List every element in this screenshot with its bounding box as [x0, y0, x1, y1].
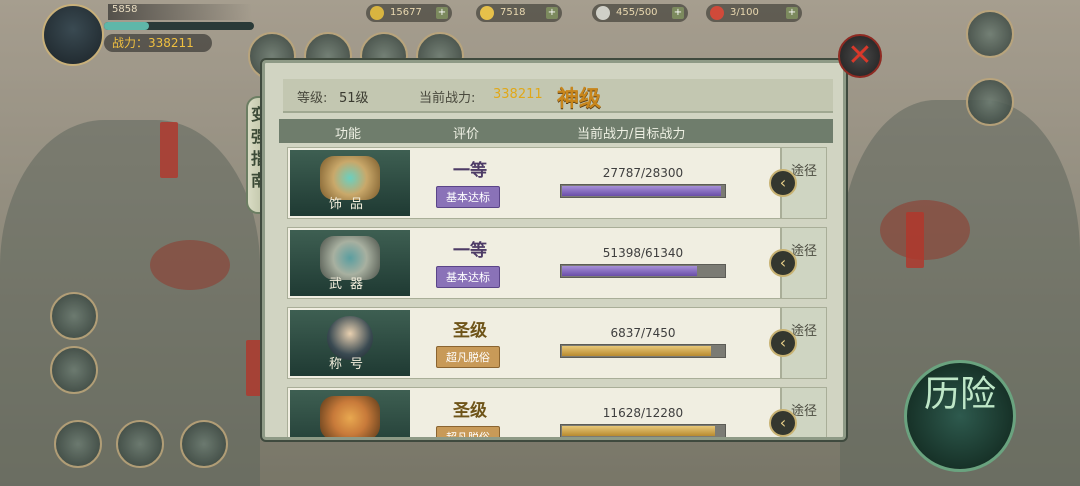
- power-value: 338211: [493, 87, 543, 102]
- guide-list[interactable]: 饰品 一等 基本达标 27787/28300 途径 ‹ 武器 一等 基本达标 5…: [265, 147, 843, 437]
- settings-gear-icon[interactable]: [50, 346, 98, 394]
- add-icon[interactable]: +: [672, 7, 684, 19]
- menu-round-button[interactable]: [966, 78, 1014, 126]
- resource-value: 455/500: [616, 7, 658, 18]
- column-header-power: 当前战力/目标战力: [577, 127, 686, 142]
- item-name: 武器: [328, 277, 371, 292]
- resource-value: 7518: [500, 7, 526, 18]
- chevron-left-icon[interactable]: ‹: [769, 249, 797, 277]
- rating-badge: 超凡脱俗: [436, 346, 500, 368]
- row-body: 称号 圣级 超凡脱俗 6837/7450: [287, 307, 781, 379]
- power-progress-text: 11628/12280: [602, 406, 684, 420]
- list-item-title: 称号 圣级 超凡脱俗 6837/7450 途径 ‹: [287, 307, 827, 379]
- level-label: 等级:: [297, 91, 328, 106]
- power-progress-bar: [560, 184, 726, 198]
- menu-round-button[interactable]: [966, 10, 1014, 58]
- table-header: 功能 评价 当前战力/目标战力: [279, 119, 833, 143]
- peach-icon: [710, 6, 724, 20]
- level-value: 51级: [339, 91, 369, 106]
- list-item-weapon: 武器 一等 基本达标 51398/61340 途径 ‹: [287, 227, 827, 299]
- resource-peach[interactable]: 3/100 +: [706, 4, 802, 22]
- menu-round-button[interactable]: [50, 292, 98, 340]
- rating-badge: 基本达标: [436, 186, 500, 208]
- title-item-icon: 称号: [290, 310, 410, 376]
- resource-value: 15677: [390, 7, 422, 18]
- row-body: 饰品 一等 基本达标 27787/28300: [287, 147, 781, 219]
- mount-item-icon: [290, 390, 410, 437]
- rating-badge: 基本达标: [436, 266, 500, 288]
- add-icon[interactable]: +: [546, 7, 558, 19]
- rating-text: 一等: [453, 241, 487, 261]
- resource-value: 3/100: [730, 7, 759, 18]
- player-power: 战力：338211: [104, 34, 212, 52]
- column-header-rating: 评价: [453, 127, 480, 142]
- power-label: 当前战力:: [419, 91, 476, 106]
- map-location-tag[interactable]: [160, 122, 178, 178]
- power-progress-bar: [560, 424, 726, 437]
- gold-ingot-icon: [370, 6, 384, 20]
- dragon-icon: [320, 396, 380, 437]
- hero-slot[interactable]: [54, 420, 102, 468]
- strengthen-guide-modal: 等级: 51级 当前战力: 338211 神级 功能 评价 当前战力/目标战力 …: [262, 60, 846, 440]
- hero-slot[interactable]: [116, 420, 164, 468]
- accessory-item-icon: 饰品: [290, 150, 410, 216]
- add-icon[interactable]: +: [436, 7, 448, 19]
- item-name: 称号: [328, 357, 371, 372]
- row-body: 武器 一等 基本达标 51398/61340: [287, 227, 781, 299]
- column-header-function: 功能: [335, 127, 362, 142]
- rating-text: 一等: [453, 161, 487, 181]
- rating-badge: 超凡脱俗: [436, 426, 500, 437]
- resource-stamina[interactable]: 455/500 +: [592, 4, 688, 22]
- weapon-item-icon: 武器: [290, 230, 410, 296]
- level-power-header: 等级: 51级 当前战力: 338211 神级: [283, 79, 833, 113]
- stamina-icon: [596, 6, 610, 20]
- chevron-left-icon[interactable]: ‹: [769, 329, 797, 357]
- list-item-accessory: 饰品 一等 基本达标 27787/28300 途径 ‹: [287, 147, 827, 219]
- power-progress-bar: [560, 264, 726, 278]
- resource-coin[interactable]: 7518 +: [476, 4, 562, 22]
- power-progress-text: 51398/61340: [602, 246, 684, 260]
- map-location-tag[interactable]: [906, 212, 924, 268]
- player-exp-bar: [104, 22, 254, 30]
- rating-text: 圣级: [453, 401, 487, 421]
- chevron-left-icon[interactable]: ‹: [769, 169, 797, 197]
- player-avatar[interactable]: [42, 4, 104, 66]
- row-body: 圣级 超凡脱俗 11628/12280: [287, 387, 781, 437]
- hero-slot[interactable]: [180, 420, 228, 468]
- add-icon[interactable]: +: [786, 7, 798, 19]
- player-name: 5858: [108, 4, 252, 20]
- coin-icon: [480, 6, 494, 20]
- power-progress-bar: [560, 344, 726, 358]
- power-progress-text: 27787/28300: [602, 166, 684, 180]
- power-progress-text: 6837/7450: [610, 326, 676, 340]
- resource-gold-ingot[interactable]: 15677 +: [366, 4, 452, 22]
- chevron-left-icon[interactable]: ‹: [769, 409, 797, 437]
- item-name: 饰品: [328, 197, 371, 212]
- overall-grade: 神级: [557, 86, 602, 112]
- close-icon[interactable]: ✕: [838, 34, 882, 78]
- adventure-button[interactable]: 历险: [904, 360, 1016, 472]
- list-item-mount: 圣级 超凡脱俗 11628/12280 途径 ‹: [287, 387, 827, 437]
- rating-text: 圣级: [453, 321, 487, 341]
